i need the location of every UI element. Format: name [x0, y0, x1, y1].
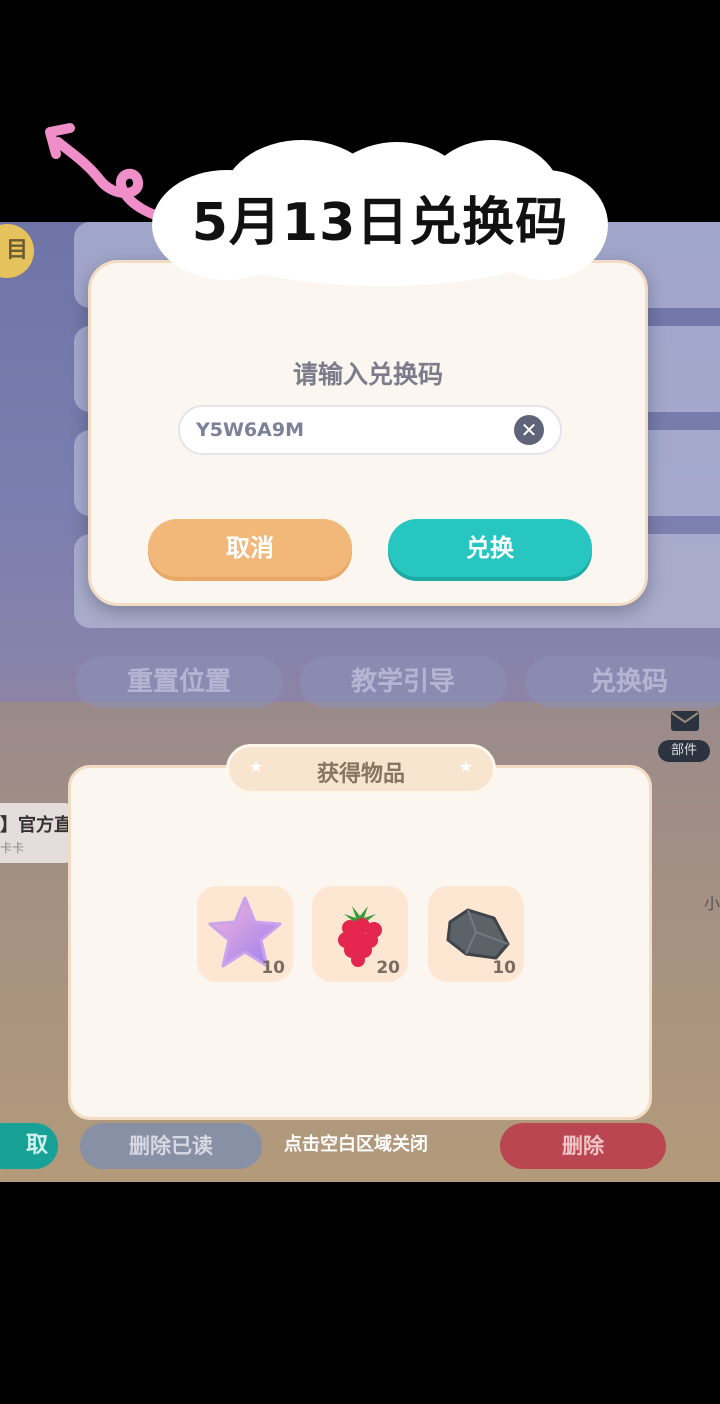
item-count: 20 [376, 958, 400, 978]
mail-item-sub: 卡卡 [0, 841, 25, 855]
reward-dialog-title: 获得物品 [316, 762, 405, 787]
background-text: 小 [704, 894, 720, 913]
cancel-button[interactable]: 取消 [148, 519, 352, 577]
mail-button: 部件 [658, 708, 710, 764]
clear-icon[interactable]: ✕ [514, 415, 544, 445]
redeem-code-button: 兑换码 [526, 656, 720, 708]
reward-dialog-header: ★ 获得物品 ★ [226, 744, 496, 794]
item-count: 10 [492, 958, 516, 978]
mail-item-title: 】官方直 [0, 815, 72, 836]
claim-button: 取 [0, 1123, 58, 1169]
tutorial-button: 教学引导 [300, 656, 506, 708]
background-mail-item: 】官方直 卡卡 [0, 803, 74, 863]
title-cloud: 5月13日兑换码 [152, 140, 608, 286]
item-count: 10 [261, 958, 285, 978]
redeem-dialog-title: 请输入兑换码 [292, 360, 443, 389]
reward-item: 10 [428, 886, 524, 982]
reward-item: 10 [197, 886, 293, 982]
redeem-code-value: Y5W6A9M [196, 419, 304, 441]
delete-button: 删除 [500, 1123, 666, 1169]
mail-label: 部件 [658, 740, 710, 762]
reward-item: 20 [312, 886, 408, 982]
delete-read-button: 删除已读 [80, 1123, 262, 1169]
redeem-dialog: 请输入兑换码 Y5W6A9M ✕ 取消 兑换 [88, 260, 648, 606]
page-title: 5月13日兑换码 [191, 193, 569, 253]
reset-position-button: 重置位置 [76, 656, 282, 708]
redeem-button[interactable]: 兑换 [388, 519, 592, 577]
close-hint[interactable]: 点击空白区域关闭 [284, 1130, 428, 1156]
envelope-icon [671, 711, 699, 731]
star-icon: ★ [458, 757, 473, 776]
redeem-code-input[interactable]: Y5W6A9M ✕ [178, 405, 562, 455]
